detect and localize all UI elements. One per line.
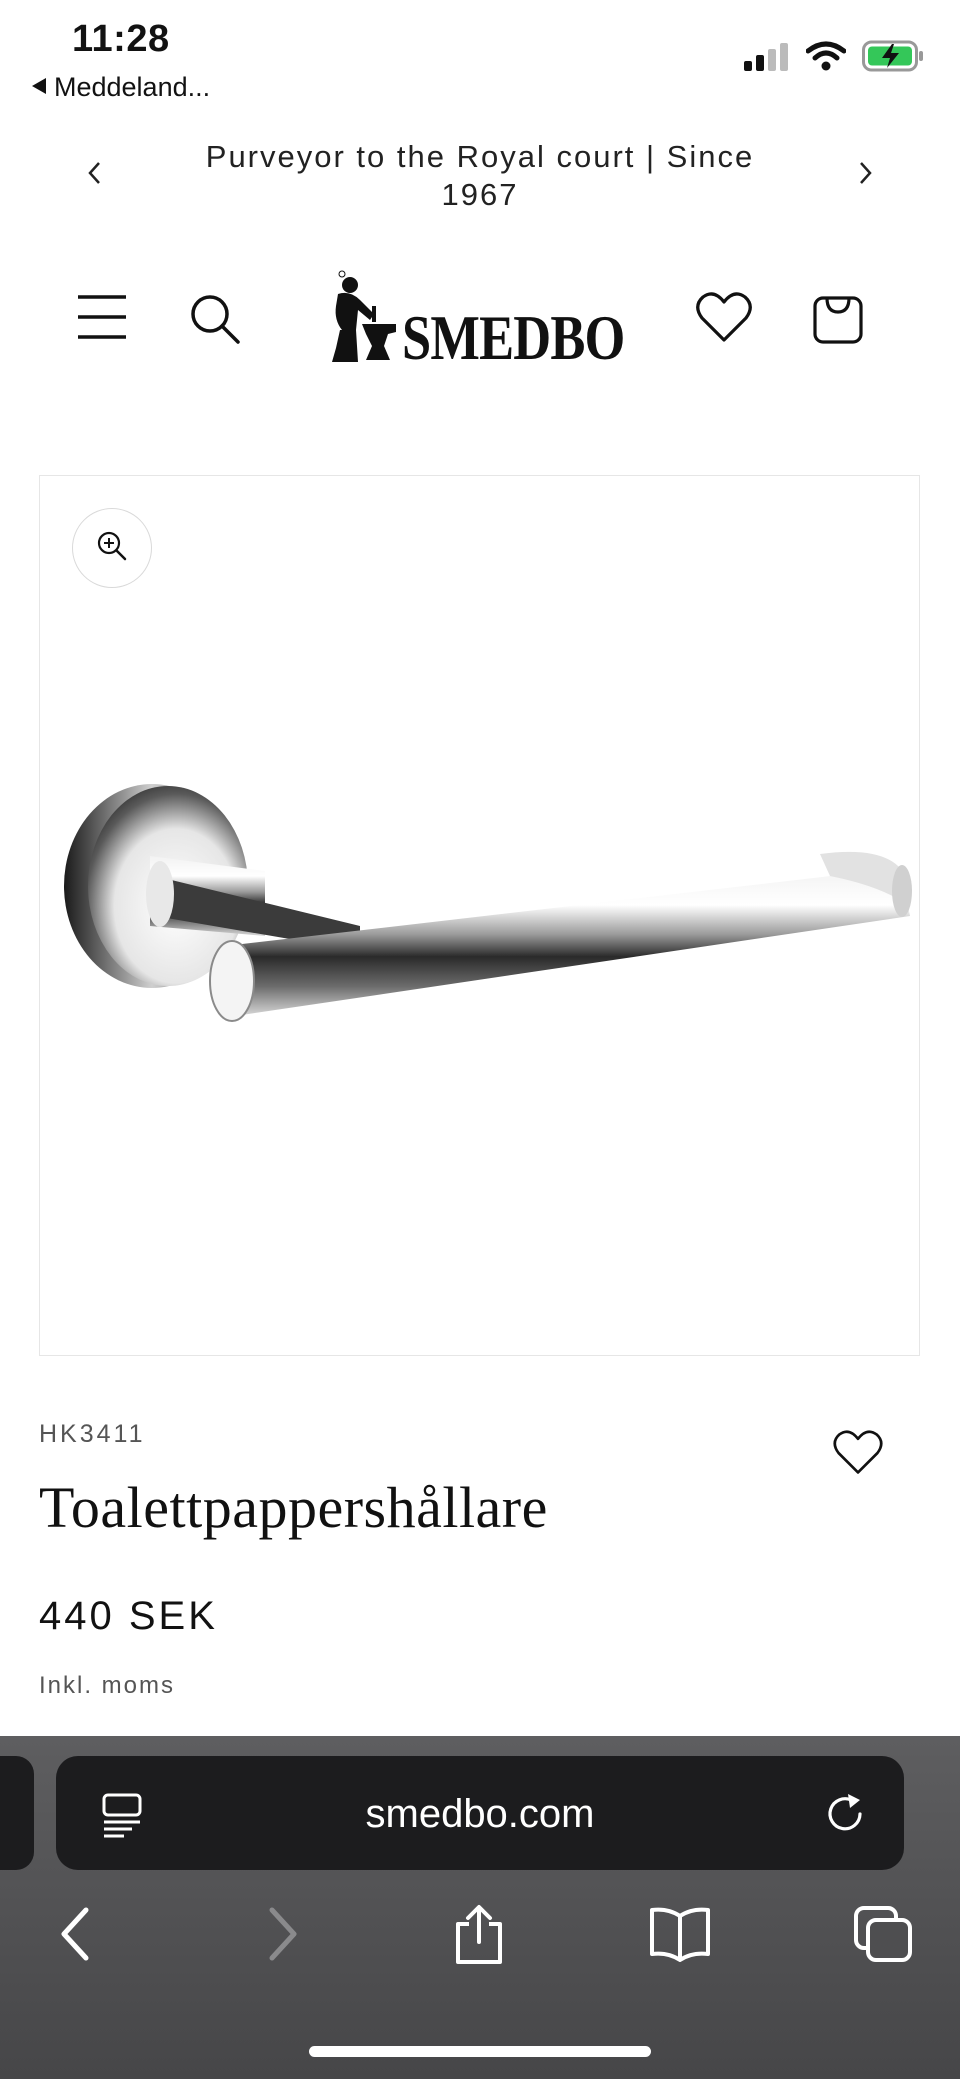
back-to-app-link[interactable]: Meddeland... <box>30 72 210 103</box>
announcement-prev-button[interactable] <box>80 158 110 188</box>
product-sku: HK3411 <box>39 1420 146 1448</box>
bookmarks-icon[interactable] <box>648 1904 712 1967</box>
wifi-icon <box>805 41 847 76</box>
announcement-next-button[interactable] <box>850 158 880 188</box>
toilet-paper-holder-illustration <box>64 784 912 1022</box>
cellular-signal-icon <box>744 41 790 76</box>
home-indicator <box>309 2046 651 2057</box>
url-text[interactable]: smedbo.com <box>56 1792 904 1837</box>
product-image[interactable] <box>39 475 920 1356</box>
tabs-icon[interactable] <box>852 1904 914 1969</box>
reload-icon[interactable] <box>824 1792 868 1843</box>
hamburger-menu-icon[interactable] <box>76 292 128 347</box>
battery-charging-icon <box>862 40 924 77</box>
forward-icon[interactable] <box>262 1904 302 1969</box>
status-indicators <box>744 40 924 77</box>
add-to-wishlist-button[interactable] <box>832 1430 884 1481</box>
tax-note: Inkl. moms <box>39 1672 176 1699</box>
address-bar[interactable]: smedbo.com <box>56 1756 904 1870</box>
brand-logo[interactable]: SMEDBO <box>328 270 673 373</box>
back-icon[interactable] <box>56 1904 96 1969</box>
share-icon[interactable] <box>452 1904 506 1971</box>
back-triangle-icon <box>30 72 48 103</box>
previous-tab-preview[interactable] <box>0 1756 34 1870</box>
product-title: Toalettpappershållare <box>39 1475 548 1540</box>
heart-icon[interactable] <box>695 292 753 349</box>
search-icon[interactable] <box>188 292 242 351</box>
blacksmith-logo-icon <box>328 270 398 369</box>
announcement-text: Purveyor to the Royal court | Since 1967 <box>205 139 755 212</box>
product-price: 440 SEK <box>39 1594 218 1638</box>
brand-wordmark: SMEDBO <box>402 302 625 373</box>
status-time: 11:28 <box>72 18 170 60</box>
shopping-bag-icon[interactable] <box>812 292 864 351</box>
heart-icon <box>832 1430 884 1480</box>
back-app-label: Meddeland... <box>54 72 211 102</box>
